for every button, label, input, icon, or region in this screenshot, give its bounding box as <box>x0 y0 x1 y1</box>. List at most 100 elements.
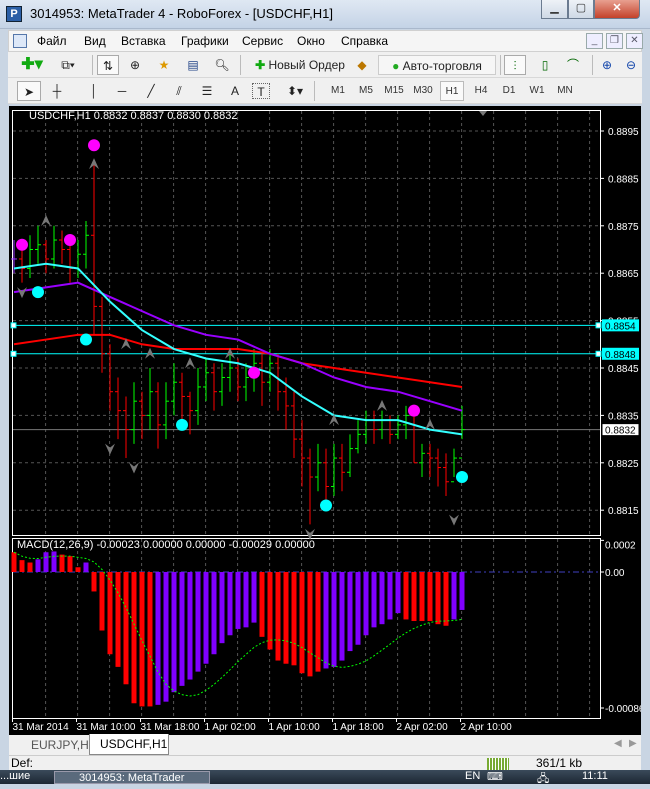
signal-dot-magenta <box>64 234 76 247</box>
macd-level-label: -0.00086 <box>605 704 641 715</box>
price-chart[interactable]: 0.88950.88850.88750.88650.88550.88450.88… <box>9 106 641 735</box>
minimize-button[interactable]: ▁ <box>541 0 568 19</box>
separator <box>92 55 93 75</box>
new-order-button[interactable]: ✚ Новый Ордер <box>246 55 354 75</box>
horizontal-line-tool[interactable]: ─ <box>111 81 133 101</box>
macd-histogram-bar <box>83 562 89 572</box>
mdi-close-button[interactable]: ✕ <box>626 33 643 49</box>
macd-histogram-bar <box>331 572 337 667</box>
macd-histogram-bar <box>267 572 273 650</box>
tab-usdchf[interactable]: USDCHF,H1 <box>89 734 169 755</box>
tab-scroll-left[interactable]: ◀ <box>614 738 622 749</box>
price-label: 0.8815 <box>608 506 639 517</box>
navigator-button[interactable]: ★ <box>153 55 175 75</box>
taskbar-task-label: 3014953: MetaTrader <box>79 772 185 784</box>
new-order-label: Новый Ордер <box>268 58 345 72</box>
terminal-button[interactable]: ▤ <box>182 55 204 75</box>
macd-histogram-bar <box>315 572 321 672</box>
taskbar: ...шие 3014953: MetaTrader EN ⌨ 🖧︎ 11:11 <box>0 770 650 785</box>
timeframe-w1[interactable]: W1 <box>525 81 549 101</box>
price-label: 0.8825 <box>608 459 639 470</box>
timeframe-mn[interactable]: MN <box>553 81 577 101</box>
signal-dot-magenta <box>88 139 100 152</box>
text-label-tool[interactable]: T <box>252 83 270 99</box>
autotrading-icon: ● <box>392 59 403 73</box>
timeframe-m30[interactable]: M30 <box>411 81 435 101</box>
chart-window-icon <box>13 34 27 48</box>
cursor-tool[interactable]: ➤ <box>17 81 41 101</box>
macd-histogram-bar <box>187 572 193 680</box>
macd-histogram-bar <box>75 567 81 572</box>
mdi-restore-button[interactable]: ❐ <box>606 33 623 49</box>
macd-histogram-bar <box>419 572 425 622</box>
candlestick-button[interactable]: ▯ <box>534 55 556 75</box>
autotrading-button[interactable]: ● Авто-торговля <box>378 55 496 75</box>
crosshair-navigator-button[interactable]: ⊕ <box>124 55 146 75</box>
market-watch-button[interactable]: ⇅ <box>97 55 119 75</box>
macd-histogram-bar <box>203 572 209 664</box>
menu-insert[interactable]: Вставка <box>121 34 166 48</box>
timeframe-d1[interactable]: D1 <box>497 81 521 101</box>
network-icon: 🖧︎ <box>537 773 550 785</box>
macd-histogram-bar <box>283 572 289 664</box>
macd-histogram-bar <box>379 572 385 625</box>
line-chart-button[interactable]: ⌒ <box>562 55 584 75</box>
autotrading-label: Авто-торговля <box>402 59 482 73</box>
timeframe-h4[interactable]: H4 <box>469 81 493 101</box>
macd-histogram-bar <box>299 572 305 674</box>
macd-histogram-bar <box>179 572 185 686</box>
separator <box>240 55 241 75</box>
menu-view[interactable]: Вид <box>84 34 106 48</box>
macd-histogram-bar <box>11 552 17 572</box>
text-tool[interactable]: A <box>226 81 244 101</box>
metaeditor-button[interactable]: ◆ <box>352 55 372 75</box>
macd-histogram-bar <box>19 560 25 572</box>
macd-histogram-bar <box>403 572 409 620</box>
maximize-button[interactable]: ▢ <box>568 0 594 19</box>
language-indicator[interactable]: EN <box>465 770 480 782</box>
timeframe-m15[interactable]: M15 <box>382 81 406 101</box>
chart-header: USDCHF,H1 0.8832 0.8837 0.8830 0.8832 <box>29 110 238 122</box>
bar-chart-button[interactable]: ⫶ <box>504 55 526 75</box>
macd-histogram-bar <box>99 572 105 631</box>
menu-charts[interactable]: Графики <box>181 34 229 48</box>
chart-window[interactable]: 0.88950.88850.88750.88650.88550.88450.88… <box>9 106 641 735</box>
menu-window[interactable]: Окно <box>297 34 325 48</box>
mdi-minimize-button[interactable]: _ <box>586 33 603 49</box>
close-button[interactable]: ✕ <box>594 0 640 19</box>
bid-label: 0.8832 <box>605 426 636 437</box>
macd-histogram-bar <box>195 572 201 672</box>
timeframe-h1[interactable]: H1 <box>440 81 464 101</box>
crosshair-tool[interactable]: ┼ <box>46 81 68 101</box>
zoom-out-button[interactable]: ⊖ <box>620 55 642 75</box>
menu-tools[interactable]: Сервис <box>242 34 283 48</box>
menu-help[interactable]: Справка <box>341 34 388 48</box>
timeframe-m1[interactable]: M1 <box>326 81 350 101</box>
vertical-line-tool[interactable]: │ <box>86 81 102 101</box>
tab-scroll-right[interactable]: ▶ <box>629 738 637 749</box>
macd-histogram-bar <box>363 572 369 636</box>
status-bar: Def: 361/1 kb <box>9 755 641 770</box>
signal-dot-cyan <box>320 499 332 512</box>
macd-histogram-bar <box>123 572 129 685</box>
menu-file[interactable]: Файл <box>37 34 67 48</box>
taskbar-item-left[interactable]: ...шие <box>0 770 30 782</box>
price-label: 0.8845 <box>608 364 639 375</box>
standard-toolbar: ✚▾ ⧉▾ ⇅ ⊕ ★ ▤ 🔍︎ ✚ Новый Ордер ◆ ● Авто-… <box>8 52 642 78</box>
fibonacci-tool[interactable]: ☰ <box>196 81 218 101</box>
fractal-down-arrow-icon <box>105 443 115 455</box>
line-handle <box>10 350 17 357</box>
zoom-in-button[interactable]: ⊕ <box>596 55 618 75</box>
strategy-tester-button[interactable]: 🔍︎ <box>211 55 233 75</box>
price-label: 0.8875 <box>608 222 639 233</box>
fractal-up-arrow-icon <box>425 418 435 430</box>
taskbar-metatrader[interactable]: 3014953: MetaTrader <box>54 771 210 784</box>
profiles-button[interactable]: ⧉▾ <box>54 55 82 75</box>
timeframe-m5[interactable]: M5 <box>354 81 378 101</box>
fractal-down-arrow-icon <box>449 514 459 526</box>
arrows-tool[interactable]: ⬍▾ <box>282 81 308 101</box>
channel-tool[interactable]: ⫽ <box>168 81 190 101</box>
traffic-status: 361/1 kb <box>536 756 583 770</box>
trendline-tool[interactable]: ╱ <box>140 81 162 101</box>
new-chart-button[interactable]: ✚▾ <box>18 55 46 75</box>
